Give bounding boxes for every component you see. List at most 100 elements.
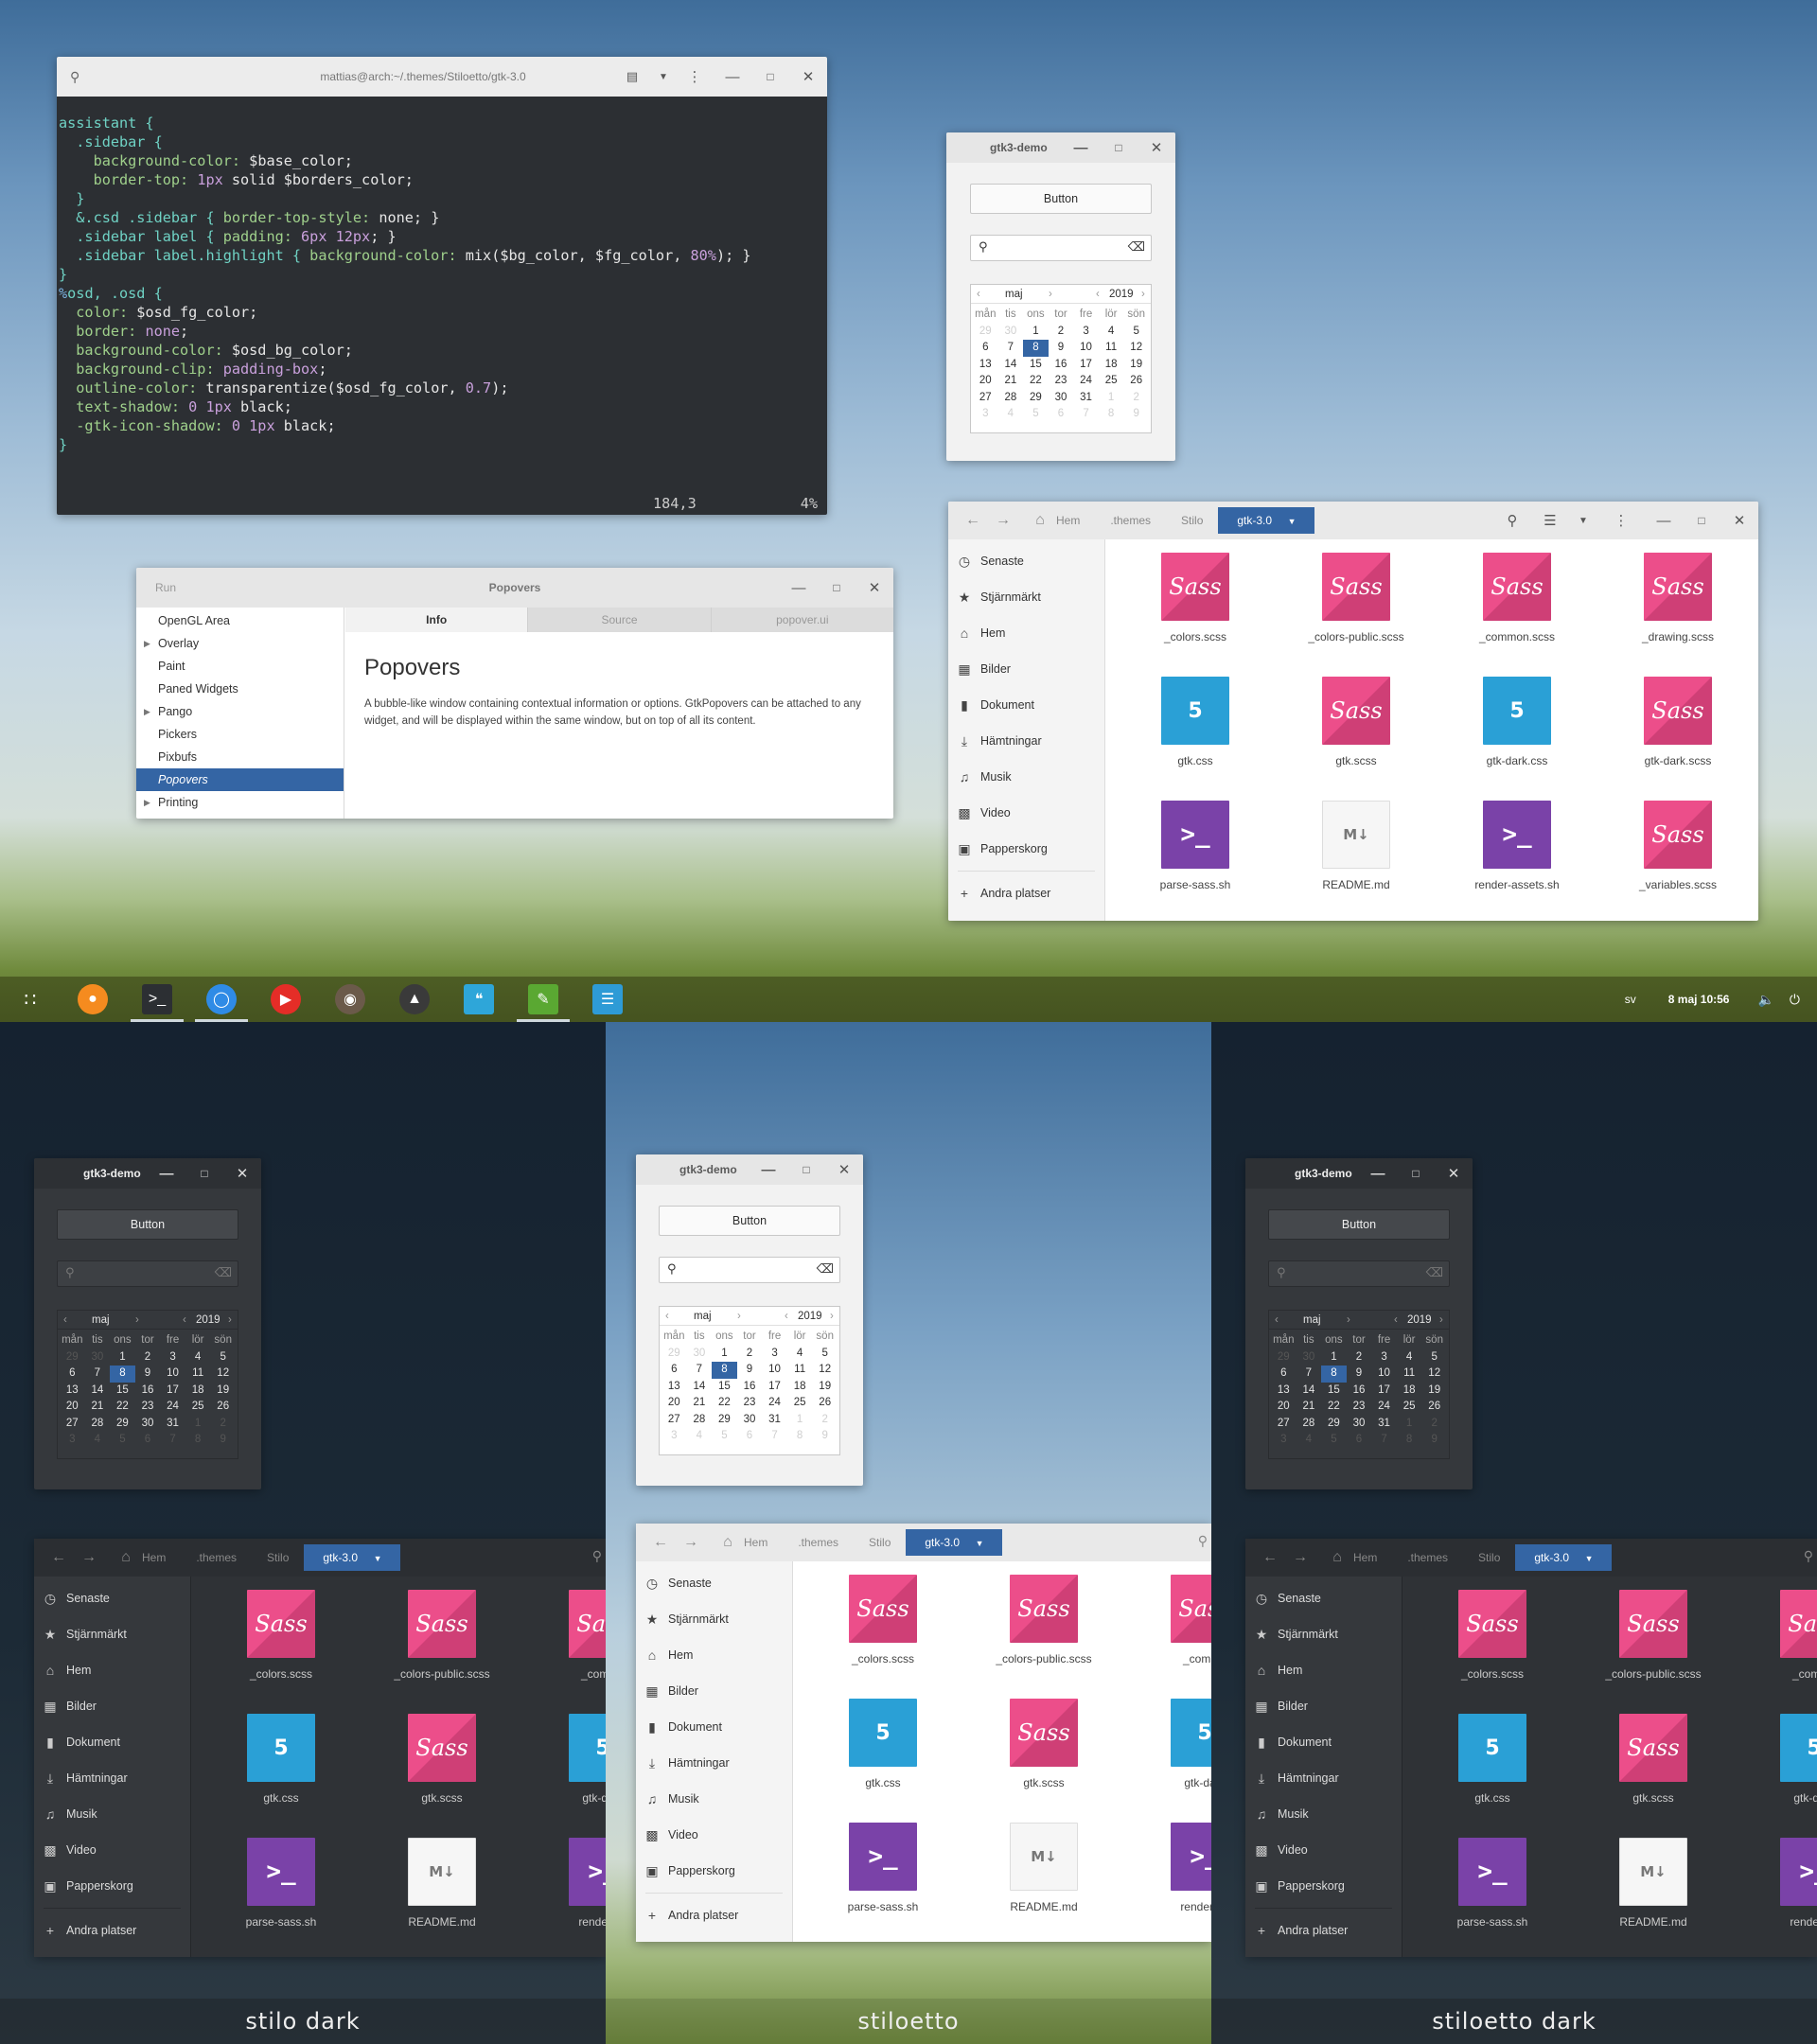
breadcrumb-gtk30[interactable]: gtk-3.0 ▼ bbox=[906, 1529, 1003, 1556]
calendar-day[interactable]: 1 bbox=[1023, 324, 1049, 341]
calendar-day[interactable]: 16 bbox=[135, 1383, 161, 1400]
demo-button[interactable]: Button bbox=[1268, 1209, 1450, 1240]
calendar-day[interactable]: 11 bbox=[1099, 340, 1124, 357]
breadcrumb-themes[interactable]: .themes bbox=[181, 1544, 252, 1571]
calendar-day[interactable]: 11 bbox=[185, 1366, 211, 1383]
calendar-day[interactable]: 7 bbox=[762, 1428, 787, 1445]
search-entry[interactable]: ⚲ ⌫ bbox=[970, 235, 1152, 261]
chevron-down-icon[interactable]: ▼ bbox=[371, 1554, 382, 1563]
demo-button[interactable]: Button bbox=[970, 184, 1152, 214]
calendar-day[interactable]: 19 bbox=[1123, 357, 1149, 374]
calendar-day[interactable]: 22 bbox=[1023, 373, 1049, 390]
calendar-day[interactable]: 3 bbox=[662, 1428, 687, 1445]
calendar-day[interactable]: 18 bbox=[185, 1383, 211, 1400]
terminal-window[interactable]: ⚲ mattias@arch:~/.themes/Stiloetto/gtk-3… bbox=[57, 57, 827, 515]
calendar-day[interactable]: 12 bbox=[1421, 1366, 1447, 1383]
file-item[interactable]: Sass _drawing.scss bbox=[1607, 553, 1749, 643]
next-year-icon[interactable]: › bbox=[830, 1311, 834, 1322]
calendar-day[interactable]: 26 bbox=[1421, 1399, 1447, 1416]
calendar-day[interactable]: 7 bbox=[1073, 406, 1099, 423]
calendar-day[interactable]: 13 bbox=[662, 1379, 687, 1396]
new-tab-icon[interactable]: ▤ bbox=[613, 69, 651, 84]
calendar-day[interactable]: 18 bbox=[787, 1379, 813, 1396]
calendar-day[interactable]: 5 bbox=[1321, 1432, 1347, 1449]
calendar-day[interactable]: 23 bbox=[1347, 1399, 1372, 1416]
file-grid[interactable]: Sass _colors.scss Sass _colors-public.scss S… bbox=[1105, 539, 1758, 921]
demo-list-item[interactable]: Pickers bbox=[136, 723, 344, 746]
file-item[interactable]: Sass _commo bbox=[1134, 1575, 1211, 1665]
sidebar-item-other-places[interactable]: + Andra platser bbox=[948, 875, 1104, 911]
sidebar-item-hämtningar[interactable]: ⤓ Hämtningar bbox=[636, 1745, 792, 1781]
calendar-day[interactable]: 28 bbox=[1297, 1416, 1322, 1433]
terminal-content[interactable]: assistant { .sidebar { background-color:… bbox=[57, 114, 827, 515]
calendar-day[interactable]: 6 bbox=[135, 1432, 161, 1449]
breadcrumb-stilo[interactable]: Stilo bbox=[1463, 1544, 1515, 1571]
breadcrumb-stilo[interactable]: Stilo bbox=[1166, 507, 1218, 534]
calendar-day[interactable]: 25 bbox=[1397, 1399, 1422, 1416]
tab-popoverui[interactable]: popover.ui bbox=[710, 608, 893, 632]
close-icon[interactable]: ✕ bbox=[856, 579, 893, 596]
search-icon[interactable]: ⚲ bbox=[592, 1548, 602, 1564]
calendar-day[interactable]: 28 bbox=[85, 1416, 111, 1433]
clear-icon[interactable]: ⌫ bbox=[1426, 1265, 1443, 1280]
tab-info[interactable]: Info bbox=[345, 608, 528, 632]
file-item[interactable]: Sass _colors-public.scss bbox=[973, 1575, 1115, 1665]
demo-button[interactable]: Button bbox=[57, 1209, 238, 1240]
home-icon[interactable]: ⌂ bbox=[714, 1534, 742, 1551]
calendar-day[interactable]: 28 bbox=[687, 1412, 713, 1429]
sidebar-item-musik[interactable]: ♫ Musik bbox=[636, 1781, 792, 1817]
calendar-day[interactable]: 5 bbox=[712, 1428, 737, 1445]
file-item[interactable]: 5 gtk-dark.css bbox=[1446, 677, 1588, 767]
file-item[interactable]: >_ parse-sass.sh bbox=[1421, 1838, 1563, 1929]
sidebar-item-musik[interactable]: ♫ Musik bbox=[34, 1796, 190, 1832]
next-month-icon[interactable]: › bbox=[1049, 289, 1052, 300]
expander-icon[interactable]: ▶ bbox=[144, 791, 150, 814]
file-item[interactable]: Sass _colors-public.scss bbox=[1285, 553, 1427, 643]
demo-list-item[interactable]: ▶ Pango bbox=[136, 700, 344, 723]
prev-month-icon[interactable]: ‹ bbox=[63, 1314, 67, 1326]
calendar-day[interactable]: 17 bbox=[160, 1383, 185, 1400]
sidebar-item-hämtningar[interactable]: ⤓ Hämtningar bbox=[1245, 1760, 1402, 1796]
sidebar-item-stjärnmärkt[interactable]: ★ Stjärnmärkt bbox=[1245, 1616, 1402, 1652]
calendar-day[interactable]: 9 bbox=[1123, 406, 1149, 423]
sidebar-item-senaste[interactable]: ◷ Senaste bbox=[34, 1580, 190, 1616]
file-manager-window[interactable]: ← → ⌂ Hem .themes Stilo gtk-3.0 ▼ ⚲ ☰ ▼ ⋮ — □ ✕ ◷ Senas… bbox=[948, 502, 1758, 921]
maximize-icon[interactable]: □ bbox=[185, 1167, 223, 1180]
back-icon[interactable]: ← bbox=[44, 1549, 74, 1566]
prev-year-icon[interactable]: ‹ bbox=[183, 1314, 186, 1326]
sidebar-item-papperskorg[interactable]: ▣ Papperskorg bbox=[636, 1853, 792, 1889]
calendar-day[interactable]: 27 bbox=[60, 1416, 85, 1433]
sidebar-item-hem[interactable]: ⌂ Hem bbox=[636, 1637, 792, 1673]
breadcrumb-hem[interactable]: Hem bbox=[140, 1544, 181, 1571]
file-item[interactable]: Sass _variables.scss bbox=[1607, 801, 1749, 891]
calendar-day[interactable]: 12 bbox=[210, 1366, 236, 1383]
calendar-day[interactable]: 9 bbox=[737, 1362, 763, 1379]
places-sidebar[interactable]: ◷ Senaste ★ Stjärnmärkt ⌂ Hem ▦ Bilder ▮ Dokument… bbox=[34, 1577, 191, 1957]
calendar-day[interactable]: 25 bbox=[185, 1399, 211, 1416]
back-icon[interactable]: ← bbox=[645, 1534, 676, 1551]
calendar-day[interactable]: 16 bbox=[1347, 1383, 1372, 1400]
file-item[interactable]: 5 gtk.css bbox=[1124, 677, 1266, 767]
search-icon[interactable]: ⚲ bbox=[1804, 1548, 1813, 1564]
file-item[interactable]: 5 gtk-dark bbox=[1743, 1714, 1817, 1805]
calendar-day[interactable]: 17 bbox=[762, 1379, 787, 1396]
calendar-day[interactable]: 3 bbox=[1271, 1432, 1297, 1449]
calendar-day[interactable]: 1 bbox=[787, 1412, 813, 1429]
sidebar-item-hem[interactable]: ⌂ Hem bbox=[34, 1652, 190, 1688]
minimize-icon[interactable]: — bbox=[148, 1166, 185, 1182]
forward-icon[interactable]: → bbox=[988, 512, 1018, 529]
sidebar-item-musik[interactable]: ♫ Musik bbox=[948, 759, 1104, 795]
calendar-day[interactable]: 10 bbox=[762, 1362, 787, 1379]
calendar-day[interactable]: 6 bbox=[1347, 1432, 1372, 1449]
calendar-day[interactable]: 21 bbox=[998, 373, 1024, 390]
prev-month-icon[interactable]: ‹ bbox=[665, 1311, 669, 1322]
calendar-day[interactable]: 6 bbox=[60, 1366, 85, 1383]
breadcrumb-gtk30[interactable]: gtk-3.0 ▼ bbox=[304, 1544, 401, 1571]
close-icon[interactable]: ✕ bbox=[223, 1165, 261, 1182]
maximize-icon[interactable]: □ bbox=[1100, 141, 1138, 154]
taskbar-app-youtube[interactable]: ▶ bbox=[254, 977, 318, 1022]
keyboard-layout[interactable]: sv bbox=[1625, 993, 1636, 1006]
calendar-day[interactable]: 22 bbox=[110, 1399, 135, 1416]
expander-icon[interactable]: ▶ bbox=[144, 700, 150, 723]
sidebar-item-bilder[interactable]: ▦ Bilder bbox=[948, 651, 1104, 687]
